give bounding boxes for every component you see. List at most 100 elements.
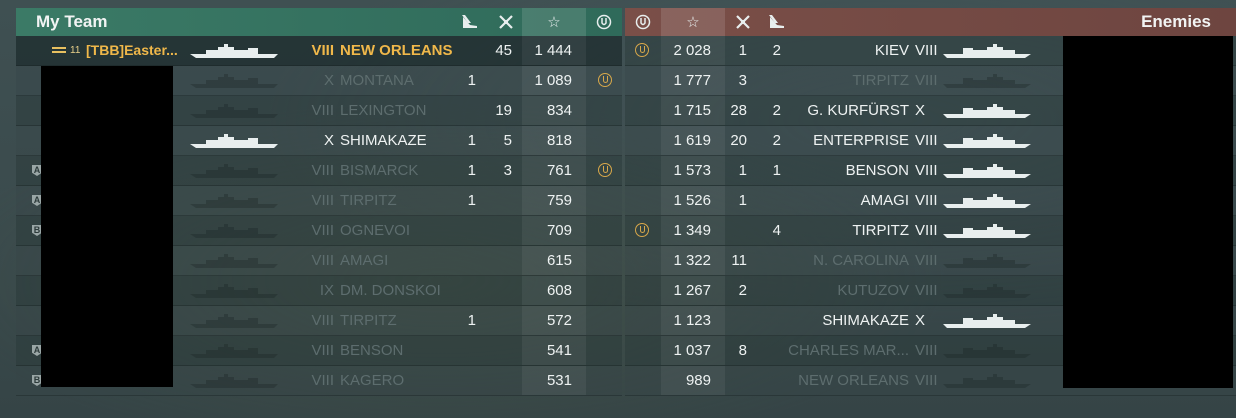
ships-destroyed: 8 <box>738 342 747 359</box>
ship-silhouette <box>188 373 280 389</box>
planes-destroyed: 2 <box>772 132 781 149</box>
emblem-icon[interactable] <box>590 8 618 36</box>
base-xp: 989 <box>661 366 725 395</box>
ship-silhouette <box>941 313 1033 329</box>
rank-icon <box>52 47 66 54</box>
ships-destroyed <box>729 306 747 335</box>
ship-silhouette <box>188 163 280 179</box>
emblem-icon <box>594 156 616 185</box>
ships-destroyed: 1 <box>738 162 747 179</box>
ships-destroyed: 2 <box>738 282 747 299</box>
ship-tier: VIII <box>915 192 938 209</box>
ship-tier: VIII <box>915 222 938 239</box>
ship-tier: VIII <box>311 42 334 59</box>
star-icon[interactable]: ☆ <box>522 8 586 36</box>
base-xp: 572 <box>522 306 586 335</box>
my-team-header: My Team ☆ <box>16 8 622 36</box>
planes-destroyed <box>763 246 781 275</box>
plane-kill-icon[interactable] <box>456 8 484 36</box>
my-team-title: My Team <box>36 12 108 31</box>
enemies-title: Enemies <box>1141 12 1211 31</box>
ship-name: CHARLES MAR... <box>788 342 909 359</box>
ship-tier: VIII <box>915 342 938 359</box>
ship-tier: VIII <box>311 252 334 269</box>
enemies-header: ☆ Enemies <box>625 8 1236 36</box>
base-xp: 541 <box>522 336 586 365</box>
ship-silhouette <box>188 223 280 239</box>
planes-destroyed <box>456 36 476 65</box>
ship-silhouette <box>188 103 280 119</box>
base-xp: 608 <box>522 276 586 305</box>
ship-silhouette <box>941 373 1033 389</box>
ship-name: BISMARCK <box>340 162 419 179</box>
planes-destroyed: 1 <box>467 72 476 89</box>
star-icon[interactable]: ☆ <box>661 8 725 36</box>
ship-tier: VIII <box>915 42 938 59</box>
ships-destroyed: 5 <box>503 132 512 149</box>
base-xp: 1 322 <box>661 246 725 275</box>
ships-destroyed <box>488 336 512 365</box>
ships-destroyed: 20 <box>730 132 747 149</box>
ship-name: G. KURFÜRST <box>807 102 909 119</box>
ship-silhouette <box>188 73 280 89</box>
ship-tier: VIII <box>915 132 938 149</box>
ship-silhouette <box>941 223 1033 239</box>
base-xp: 1 715 <box>661 96 725 125</box>
base-xp: 1 526 <box>661 186 725 215</box>
ship-silhouette <box>941 103 1033 119</box>
ships-destroyed <box>488 366 512 395</box>
ships-destroyed: 19 <box>495 102 512 119</box>
ship-name: TIRPITZ <box>852 222 909 239</box>
base-xp: 1 089 <box>522 66 586 95</box>
ship-name: LEXINGTON <box>340 102 427 119</box>
ships-destroyed <box>488 276 512 305</box>
planes-destroyed <box>763 336 781 365</box>
planes-destroyed: 1 <box>467 132 476 149</box>
ship-tier: X <box>323 132 334 149</box>
ship-tier: VIII <box>311 102 334 119</box>
base-xp: 2 028 <box>661 36 725 65</box>
ships-destroyed <box>488 186 512 215</box>
emblem-icon <box>631 216 653 245</box>
base-xp: 818 <box>522 126 586 155</box>
base-xp: 615 <box>522 246 586 275</box>
base-xp: 1 619 <box>661 126 725 155</box>
ship-tier: IX <box>319 282 334 299</box>
ships-destroyed <box>729 216 747 245</box>
ship-tier: VIII <box>915 282 938 299</box>
ship-silhouette <box>188 313 280 329</box>
ship-name: TIRPITZ <box>340 312 397 329</box>
ship-name: OGNEVOI <box>340 222 411 239</box>
my-team-row[interactable]: 11 [TBB]Easter... VIII NEW ORLEANS 45 1 444 <box>16 36 622 66</box>
plane-kill-icon[interactable] <box>763 8 791 36</box>
frag-icon[interactable] <box>492 8 520 36</box>
ships-destroyed <box>488 246 512 275</box>
ship-tier: VIII <box>311 222 334 239</box>
ship-name: MONTANA <box>340 72 414 89</box>
ship-name: AMAGI <box>860 192 909 209</box>
base-xp: 531 <box>522 366 586 395</box>
ships-destroyed <box>488 216 512 245</box>
ship-silhouette <box>941 73 1033 89</box>
base-xp: 1 573 <box>661 156 725 185</box>
ship-tier: VIII <box>311 162 334 179</box>
frag-icon[interactable] <box>729 8 757 36</box>
ship-silhouette <box>941 193 1033 209</box>
ship-name: DM. DONSKOI <box>340 282 441 299</box>
rank-insignia: 11 <box>52 36 80 65</box>
base-xp: 709 <box>522 216 586 245</box>
planes-destroyed <box>456 276 476 305</box>
ship-silhouette <box>941 343 1033 359</box>
planes-destroyed: 1 <box>467 312 476 329</box>
base-xp: 1 037 <box>661 336 725 365</box>
ship-name: SHIMAKAZE <box>340 132 427 149</box>
ship-tier: VIII <box>915 252 938 269</box>
emblem-icon <box>631 36 653 65</box>
ship-silhouette <box>941 133 1033 149</box>
emblem-icon[interactable] <box>629 8 657 36</box>
base-xp: 1 349 <box>661 216 725 245</box>
ship-name: TIRPITZ <box>340 192 397 209</box>
ship-name: BENSON <box>845 162 909 179</box>
ship-name: KIEV <box>874 42 909 59</box>
ship-silhouette <box>941 253 1033 269</box>
